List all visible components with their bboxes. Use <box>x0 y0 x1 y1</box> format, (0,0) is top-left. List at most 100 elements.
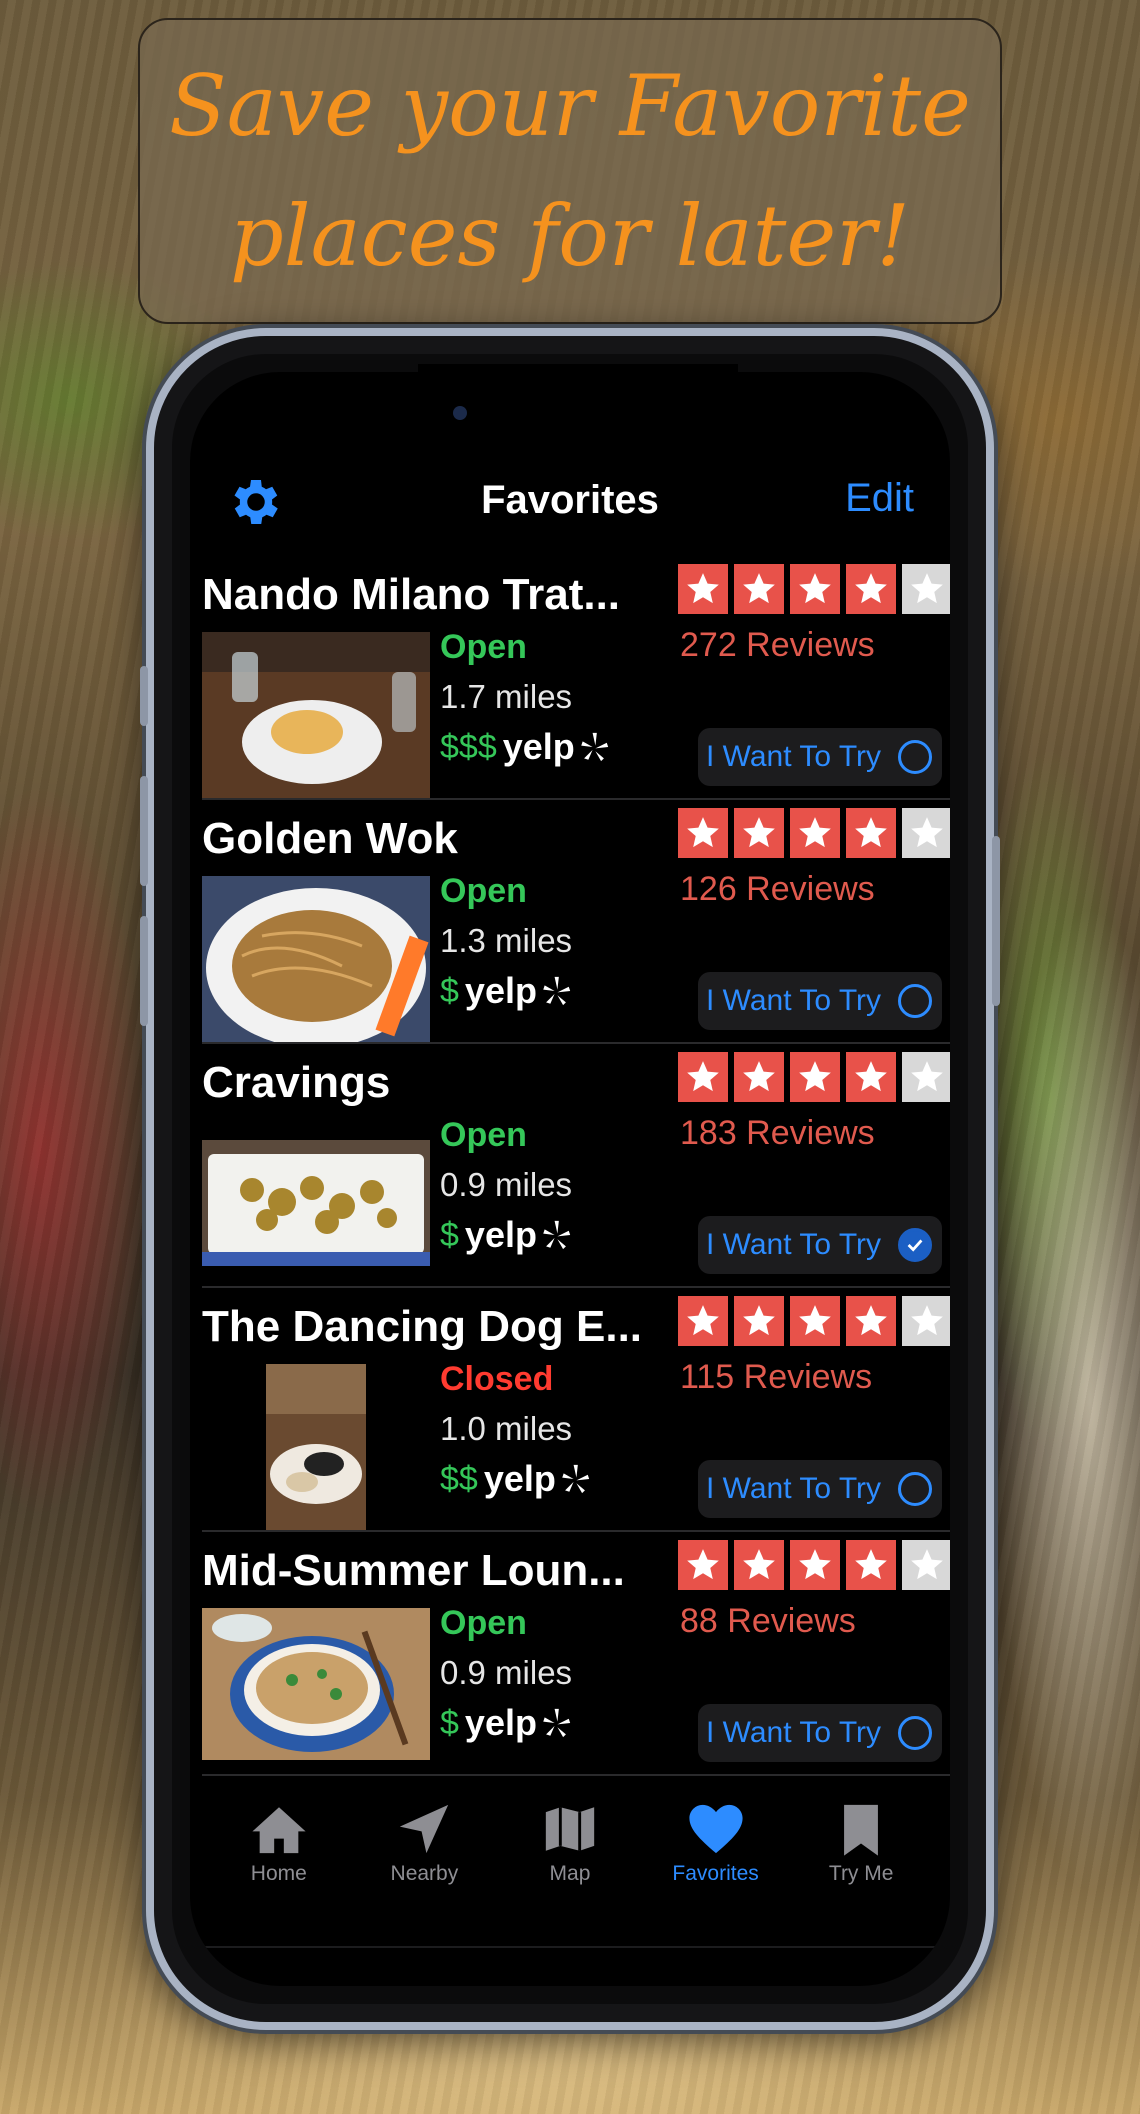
restaurant-photo <box>202 876 430 1042</box>
want-to-try-button[interactable]: I Want To Try <box>698 728 942 786</box>
star-filled-icon <box>846 1296 896 1346</box>
yelp-logo[interactable]: yelp <box>484 1458 592 1500</box>
want-to-try-button[interactable]: I Want To Try <box>698 1460 942 1518</box>
price-text: $ <box>440 1215 459 1254</box>
tab-label: Nearby <box>390 1862 459 1885</box>
promo-line-1: Save your Favorite <box>169 57 971 155</box>
tab-home[interactable]: Home <box>209 1802 349 1886</box>
distance: 1.7 miles <box>440 678 573 715</box>
star-filled-icon <box>734 564 784 614</box>
want-to-try-button[interactable]: I Want To Try <box>698 1704 942 1762</box>
star-empty-icon <box>902 564 950 614</box>
open-status: Open <box>440 1116 527 1154</box>
closed-status: Closed <box>440 1360 554 1398</box>
tab-try-me[interactable]: Try Me <box>791 1802 931 1886</box>
tab-label: Map <box>549 1862 591 1885</box>
want-to-try-label: I Want To Try <box>706 984 882 1017</box>
star-empty-icon <box>902 1540 950 1590</box>
review-count: 272 Reviews <box>680 626 875 664</box>
restaurant-photo <box>202 632 430 798</box>
star-filled-icon <box>734 1540 784 1590</box>
yelp-text: yelp <box>483 1458 556 1499</box>
yelp-logo[interactable]: yelp <box>465 970 573 1012</box>
list-item[interactable]: The Dancing Dog E... 115 Reviews Closed … <box>202 1288 950 1532</box>
restaurant-name: Cravings <box>202 1058 391 1107</box>
mute-switch <box>140 666 148 726</box>
star-empty-icon <box>902 1052 950 1102</box>
star-filled-icon <box>678 808 728 858</box>
restaurant-photo <box>202 1608 430 1760</box>
promo-line-2: places for later! <box>229 187 911 285</box>
tab-label: Favorites <box>672 1862 759 1885</box>
tab-nearby[interactable]: Nearby <box>354 1802 494 1886</box>
unchecked-circle-icon[interactable] <box>898 740 932 774</box>
home-indicator-divider <box>190 1946 950 1948</box>
star-filled-icon <box>790 1296 840 1346</box>
star-rating <box>678 564 950 614</box>
power-button <box>992 836 1000 1006</box>
star-filled-icon <box>734 808 784 858</box>
location-arrow-icon <box>400 1804 449 1854</box>
phone-frame: Favorites Edit Nando Milano Trat... 272 … <box>140 328 1000 2030</box>
restaurant-name: The Dancing Dog E... <box>202 1302 643 1351</box>
star-rating <box>678 808 950 858</box>
promo-banner: Save your Favorite places for later! <box>138 18 1002 324</box>
want-to-try-button[interactable]: I Want To Try <box>698 972 942 1030</box>
yelp-burst-icon <box>543 1708 571 1738</box>
camera-notch <box>418 364 738 442</box>
yelp-logo[interactable]: yelp <box>465 1702 573 1744</box>
list-item[interactable]: Mid-Summer Loun... 88 Reviews Open 0.9 m… <box>202 1532 950 1776</box>
tab-label: Home <box>250 1862 307 1885</box>
restaurant-name: Nando Milano Trat... <box>202 570 621 619</box>
review-count: 88 Reviews <box>680 1602 856 1640</box>
yelp-logo[interactable]: yelp <box>465 1214 573 1256</box>
bookmark-icon <box>844 1804 879 1856</box>
price-text: $ <box>440 1703 459 1742</box>
distance: 0.9 miles <box>440 1654 573 1691</box>
list-item[interactable]: Golden Wok 126 Reviews Open 1.3 miles $ … <box>202 800 950 1044</box>
star-filled-icon <box>790 808 840 858</box>
star-filled-icon <box>846 808 896 858</box>
map-icon <box>545 1807 595 1851</box>
price-text: $$$ <box>440 727 497 766</box>
tab-map[interactable]: Map <box>500 1802 640 1886</box>
restaurant-name: Mid-Summer Loun... <box>202 1546 625 1595</box>
star-rating <box>678 1540 950 1590</box>
star-filled-icon <box>678 564 728 614</box>
star-filled-icon <box>678 1540 728 1590</box>
star-rating <box>678 1296 950 1346</box>
unchecked-circle-icon[interactable] <box>898 984 932 1018</box>
star-filled-icon <box>734 1296 784 1346</box>
page-title: Favorites <box>481 477 659 522</box>
want-to-try-button[interactable]: I Want To Try <box>698 1216 942 1274</box>
unchecked-circle-icon[interactable] <box>898 1716 932 1750</box>
unchecked-circle-icon[interactable] <box>898 1472 932 1506</box>
want-to-try-label: I Want To Try <box>706 1716 882 1749</box>
restaurant-photo <box>266 1364 366 1530</box>
restaurant-name: Golden Wok <box>202 814 458 863</box>
list-item[interactable]: Cravings 183 Reviews Open 0.9 miles $ ye… <box>202 1044 950 1288</box>
open-status: Open <box>440 628 527 666</box>
checkmark-circle-icon[interactable] <box>898 1228 932 1262</box>
want-to-try-label: I Want To Try <box>706 740 882 773</box>
yelp-burst-icon <box>543 1220 571 1250</box>
distance: 1.3 miles <box>440 922 573 959</box>
star-filled-icon <box>846 564 896 614</box>
price-level: $ yelp <box>440 970 573 1012</box>
yelp-text: yelp <box>502 726 575 767</box>
yelp-burst-icon <box>562 1464 590 1494</box>
yelp-burst-icon <box>581 732 608 762</box>
gear-icon[interactable] <box>226 472 286 532</box>
star-filled-icon <box>846 1540 896 1590</box>
edit-button[interactable]: Edit <box>845 476 914 521</box>
volume-up-button <box>140 776 148 886</box>
yelp-logo[interactable]: yelp <box>503 726 611 768</box>
phone-screen: Favorites Edit Nando Milano Trat... 272 … <box>190 372 950 1986</box>
want-to-try-label: I Want To Try <box>706 1228 882 1261</box>
favorites-list: Nando Milano Trat... 272 Reviews Open 1.… <box>190 556 950 1776</box>
house-icon <box>252 1807 306 1854</box>
price-level: $$$ yelp <box>440 726 611 768</box>
list-item[interactable]: Nando Milano Trat... 272 Reviews Open 1.… <box>202 556 950 800</box>
price-level: $ yelp <box>440 1702 573 1744</box>
tab-favorites[interactable]: Favorites <box>646 1802 786 1886</box>
